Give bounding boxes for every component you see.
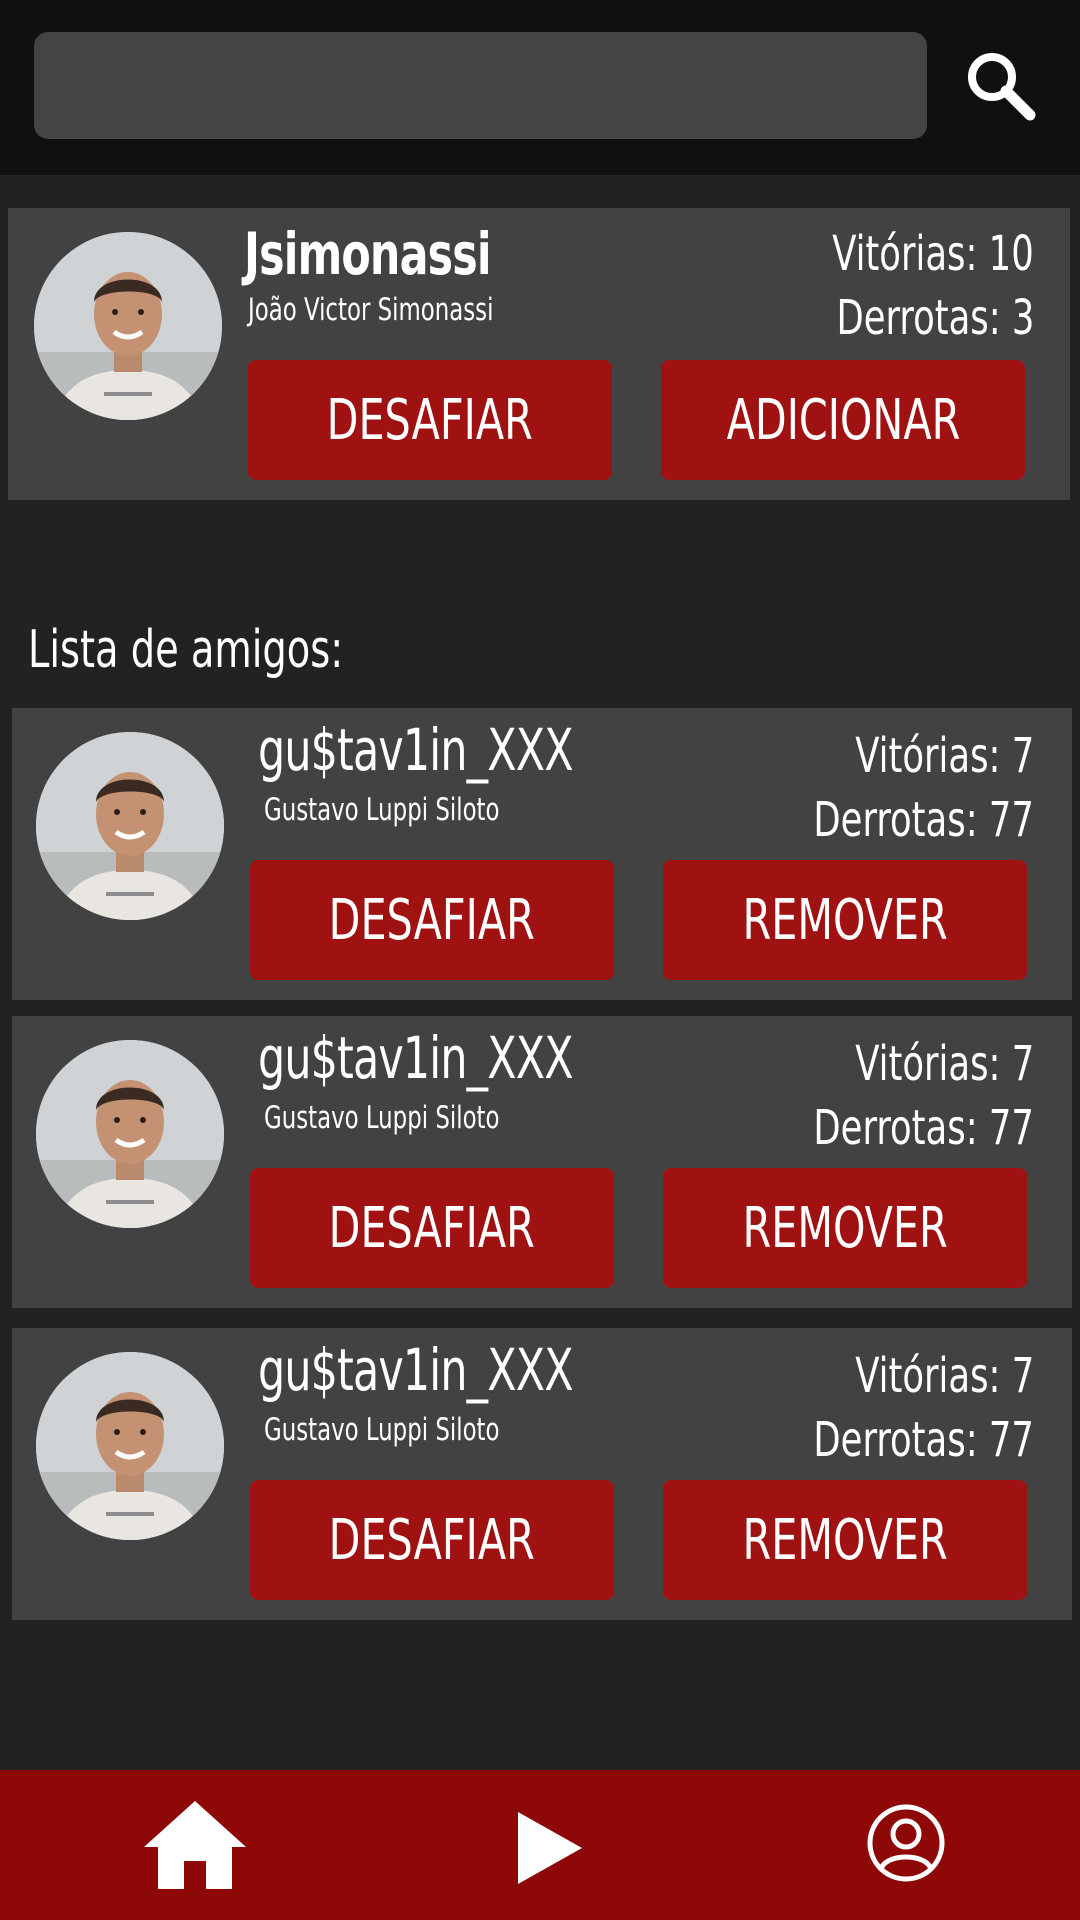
wins-count: Vitórias: 10 [832, 226, 1034, 282]
full-name: Gustavo Luppi Siloto [264, 792, 500, 828]
username: gu$tav1in_XXX [258, 1336, 574, 1404]
avatar [36, 1352, 224, 1540]
friends-list-title: Lista de amigos: [28, 620, 344, 680]
remove-friend-button[interactable]: REMOVER [663, 860, 1027, 980]
search-result-card: Jsimonassi João Victor Simonassi Vitória… [8, 208, 1070, 500]
challenge-button[interactable]: DESAFIAR [250, 1168, 614, 1288]
search-button[interactable] [960, 45, 1040, 125]
challenge-button[interactable]: DESAFIAR [250, 1480, 614, 1600]
user-icon [867, 1804, 945, 1882]
challenge-button-label: DESAFIAR [328, 887, 536, 953]
avatar [36, 1040, 224, 1228]
friend-card: gu$tav1in_XXX Gustavo Luppi Siloto Vitór… [12, 708, 1072, 1000]
friend-card: gu$tav1in_XXX Gustavo Luppi Siloto Vitór… [12, 1016, 1072, 1308]
losses-count: Derrotas: 3 [836, 290, 1034, 346]
remove-friend-button-label: REMOVER [742, 1195, 948, 1261]
challenge-button-label: DESAFIAR [328, 1195, 536, 1261]
challenge-button[interactable]: DESAFIAR [250, 860, 614, 980]
losses-count: Derrotas: 77 [813, 1412, 1034, 1468]
avatar [34, 232, 222, 420]
wins-count: Vitórias: 7 [855, 728, 1034, 784]
add-friend-button[interactable]: ADICIONAR [661, 360, 1025, 480]
play-icon [518, 1812, 582, 1884]
remove-friend-button-label: REMOVER [742, 887, 948, 953]
home-icon [144, 1801, 246, 1889]
avatar [36, 732, 224, 920]
full-name: Gustavo Luppi Siloto [264, 1412, 500, 1448]
full-name: João Victor Simonassi [248, 292, 494, 328]
wins-count: Vitórias: 7 [855, 1036, 1034, 1092]
nav-profile-button[interactable] [866, 1803, 946, 1883]
challenge-button-label: DESAFIAR [326, 387, 534, 453]
search-input[interactable] [34, 32, 927, 139]
full-name: Gustavo Luppi Siloto [264, 1100, 500, 1136]
challenge-button-label: DESAFIAR [328, 1507, 536, 1573]
nav-home-button[interactable] [140, 1795, 250, 1895]
challenge-button[interactable]: DESAFIAR [248, 360, 612, 480]
search-icon [968, 53, 1036, 121]
wins-count: Vitórias: 7 [855, 1348, 1034, 1404]
remove-friend-button[interactable]: REMOVER [663, 1168, 1027, 1288]
friend-card: gu$tav1in_XXX Gustavo Luppi Siloto Vitór… [12, 1328, 1072, 1620]
losses-count: Derrotas: 77 [813, 1100, 1034, 1156]
username: gu$tav1in_XXX [258, 716, 574, 784]
username: Jsimonassi [244, 220, 492, 288]
losses-count: Derrotas: 77 [813, 792, 1034, 848]
nav-play-button[interactable] [510, 1808, 590, 1888]
remove-friend-button-label: REMOVER [742, 1507, 948, 1573]
username: gu$tav1in_XXX [258, 1024, 574, 1092]
add-friend-button-label: ADICIONAR [726, 387, 960, 453]
remove-friend-button[interactable]: REMOVER [663, 1480, 1027, 1600]
